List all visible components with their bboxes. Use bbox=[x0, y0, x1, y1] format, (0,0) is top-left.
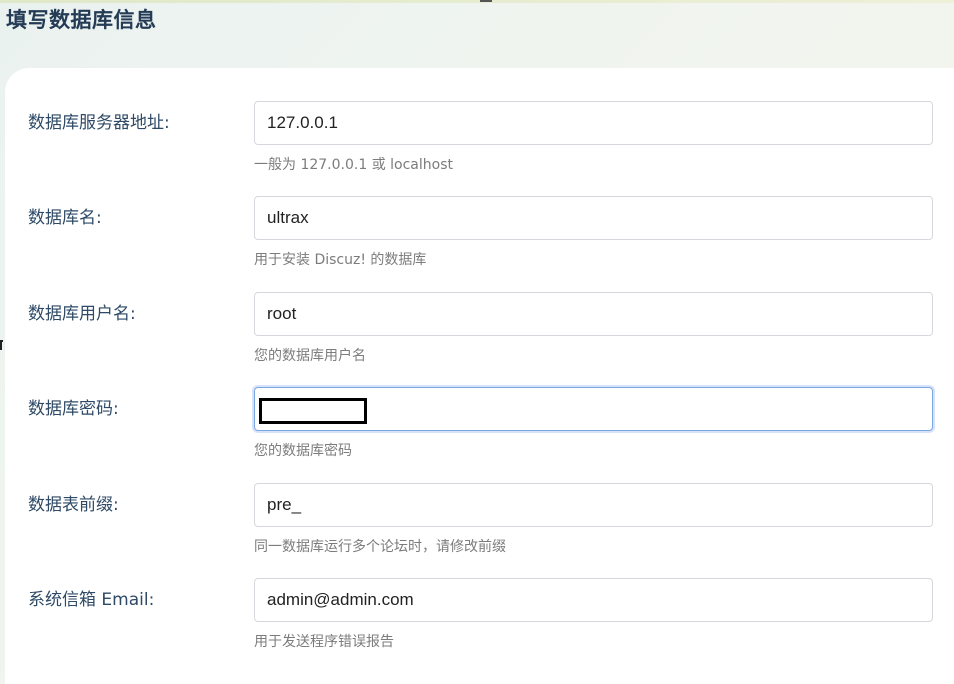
page-title: 填写数据库信息 bbox=[6, 8, 157, 32]
db-host-label: 数据库服务器地址: bbox=[28, 113, 170, 133]
form-row-db-host: 数据库服务器地址: 一般为 127.0.0.1 或 localhost bbox=[0, 101, 954, 196]
form-row-db-name: 数据库名: 用于安装 Discuz! 的数据库 bbox=[0, 196, 954, 291]
db-host-input[interactable] bbox=[254, 101, 933, 145]
db-password-label: 数据库密码: bbox=[28, 399, 119, 419]
table-prefix-hint: 同一数据库运行多个论坛时，请修改前缀 bbox=[254, 539, 506, 555]
db-password-input[interactable] bbox=[254, 387, 933, 431]
db-name-input[interactable] bbox=[254, 196, 933, 240]
form-row-table-prefix: 数据表前缀: 同一数据库运行多个论坛时，请修改前缀 bbox=[0, 483, 954, 578]
db-user-input[interactable] bbox=[254, 292, 933, 336]
admin-email-hint: 用于发送程序错误报告 bbox=[254, 634, 394, 650]
db-name-hint: 用于安装 Discuz! 的数据库 bbox=[254, 252, 427, 268]
admin-email-input[interactable] bbox=[254, 578, 933, 622]
admin-email-label: 系统信箱 Email: bbox=[28, 590, 155, 610]
top-border-line bbox=[0, 0, 954, 3]
top-edge-mark bbox=[480, 0, 492, 2]
db-name-label: 数据库名: bbox=[28, 208, 102, 228]
form-row-db-password: 数据库密码: 您的数据库密码 bbox=[0, 387, 954, 482]
db-user-label: 数据库用户名: bbox=[28, 304, 136, 324]
db-password-hint: 您的数据库密码 bbox=[254, 443, 352, 459]
db-user-hint: 您的数据库用户名 bbox=[254, 348, 366, 364]
db-host-hint: 一般为 127.0.0.1 或 localhost bbox=[254, 157, 453, 173]
table-prefix-label: 数据表前缀: bbox=[28, 495, 119, 515]
table-prefix-input[interactable] bbox=[254, 483, 933, 527]
form-row-db-user: 数据库用户名: 您的数据库用户名 bbox=[0, 292, 954, 387]
form-row-admin-email: 系统信箱 Email: 用于发送程序错误报告 bbox=[0, 578, 954, 673]
